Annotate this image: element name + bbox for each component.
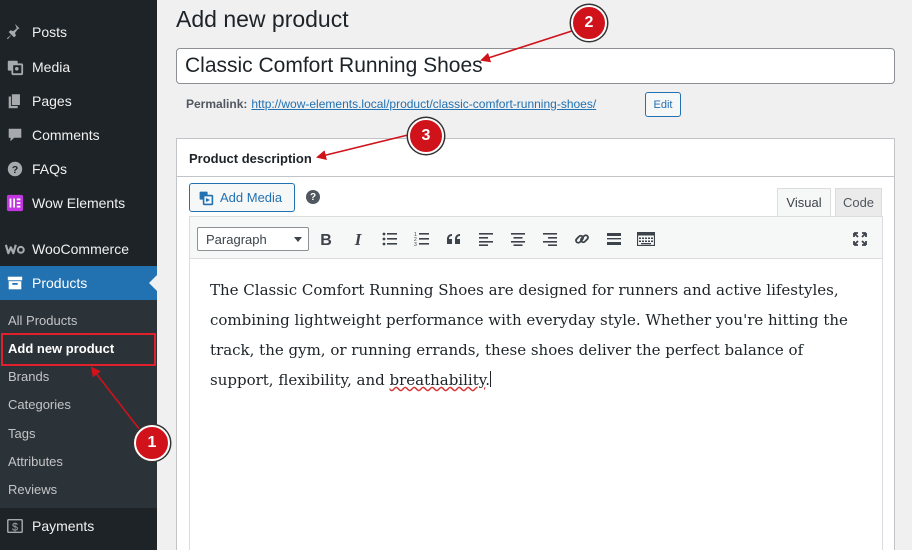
menu-payments[interactable]: $ Payments [0, 509, 157, 543]
media-icon [198, 190, 214, 206]
bulleted-list-icon[interactable] [378, 227, 402, 251]
tab-code[interactable]: Code [835, 188, 882, 217]
menu-posts-label: Posts [32, 24, 68, 40]
align-right-icon[interactable] [538, 227, 562, 251]
menu-wow-elements[interactable]: Wow Elements [0, 186, 157, 220]
content-text: The Classic Comfort Running Shoes are de… [210, 281, 848, 389]
link-icon[interactable] [570, 227, 594, 251]
archive-icon [5, 273, 25, 293]
blockquote-icon[interactable] [442, 227, 466, 251]
format-select[interactable]: Paragraph [197, 227, 309, 251]
menu-posts[interactable]: Posts [0, 15, 157, 49]
read-more-icon[interactable] [602, 227, 626, 251]
submenu-tags[interactable]: Tags [8, 426, 35, 441]
italic-icon[interactable]: I [346, 227, 370, 251]
align-center-icon[interactable] [506, 227, 530, 251]
menu-faqs-label: FAQs [32, 161, 68, 177]
permalink-label: Permalink: [186, 97, 248, 111]
annotation-badge-2: 2 [571, 5, 607, 41]
page-title: Add new product [176, 6, 349, 32]
permalink: Permalink: http://wow-elements.local/pro… [186, 97, 596, 111]
permalink-link[interactable]: http://wow-elements.local/product/classi… [251, 97, 596, 111]
numbered-list-icon[interactable]: 123 [410, 227, 434, 251]
permalink-base: http://wow-elements.local/product/ [251, 97, 433, 111]
chevron-down-icon [294, 237, 302, 242]
submenu-reviews[interactable]: Reviews [8, 482, 57, 497]
annotation-badge-1: 1 [134, 425, 170, 461]
pin-icon [5, 22, 25, 42]
menu-media-label: Media [32, 59, 71, 75]
svg-text:3: 3 [414, 242, 417, 246]
bold-icon[interactable]: B [314, 227, 338, 251]
tab-visual[interactable]: Visual [777, 188, 831, 217]
format-select-value: Paragraph [206, 231, 267, 247]
annotation-badge-3: 3 [408, 118, 444, 154]
svg-text:?: ? [12, 165, 18, 176]
add-media-label: Add Media [220, 190, 283, 205]
highlight-add-new-product [1, 333, 156, 366]
media-icon [5, 57, 25, 77]
menu-comments-label: Comments [32, 127, 100, 143]
divider [177, 176, 894, 177]
svg-text:$: $ [12, 522, 18, 534]
pages-icon [5, 91, 25, 111]
submenu-brands[interactable]: Brands [8, 369, 49, 384]
svg-text:B: B [320, 232, 332, 247]
misspelled-word: breathability [389, 371, 486, 389]
menu-pages[interactable]: Pages [0, 84, 157, 118]
editor-content[interactable]: The Classic Comfort Running Shoes are de… [210, 275, 870, 395]
menu-comments[interactable]: Comments [0, 118, 157, 152]
toolbar-toggle-icon[interactable] [634, 227, 658, 251]
product-description-title: Product description [189, 151, 312, 166]
edit-permalink-button[interactable]: Edit [645, 92, 681, 117]
product-description-box: Product description Add Media ? Visual C… [176, 138, 895, 550]
editor: Paragraph B I 123 The Classic Comfort Ru… [189, 216, 883, 550]
menu-products[interactable]: Products [0, 266, 157, 300]
editor-toolbar: Paragraph B I 123 [190, 217, 882, 259]
menu-woocommerce[interactable]: WooCommerce [0, 232, 157, 266]
align-left-icon[interactable] [474, 227, 498, 251]
menu-products-label: Products [32, 275, 88, 291]
product-title-input[interactable]: Classic Comfort Running Shoes [176, 48, 895, 84]
comment-icon [5, 125, 25, 145]
submenu-categories[interactable]: Categories [8, 397, 71, 412]
help-icon[interactable]: ? [306, 190, 320, 204]
submenu-all-products[interactable]: All Products [8, 313, 77, 328]
menu-pages-label: Pages [32, 93, 72, 109]
submenu-attributes[interactable]: Attributes [8, 454, 63, 469]
svg-text:I: I [354, 231, 363, 247]
admin-sidebar: Posts Media Pages Comments ? FAQs Wow El… [0, 0, 157, 550]
text-cursor [490, 371, 491, 387]
menu-faqs[interactable]: ? FAQs [0, 152, 157, 186]
dollar-icon: $ [5, 516, 25, 536]
fullscreen-icon[interactable] [848, 227, 872, 251]
question-icon: ? [5, 159, 25, 179]
wow-elements-icon [5, 193, 25, 213]
menu-wow-elements-label: Wow Elements [32, 195, 126, 211]
products-submenu: All Products Add new product Brands Cate… [0, 300, 157, 508]
permalink-end: / [592, 97, 597, 111]
woocommerce-icon [5, 239, 25, 259]
menu-media[interactable]: Media [0, 50, 157, 84]
active-indicator [149, 275, 157, 291]
menu-woocommerce-label: WooCommerce [32, 241, 129, 257]
permalink-slug: classic-comfort-running-shoes [432, 97, 593, 111]
menu-payments-label: Payments [32, 518, 95, 534]
add-media-button[interactable]: Add Media [189, 183, 295, 212]
